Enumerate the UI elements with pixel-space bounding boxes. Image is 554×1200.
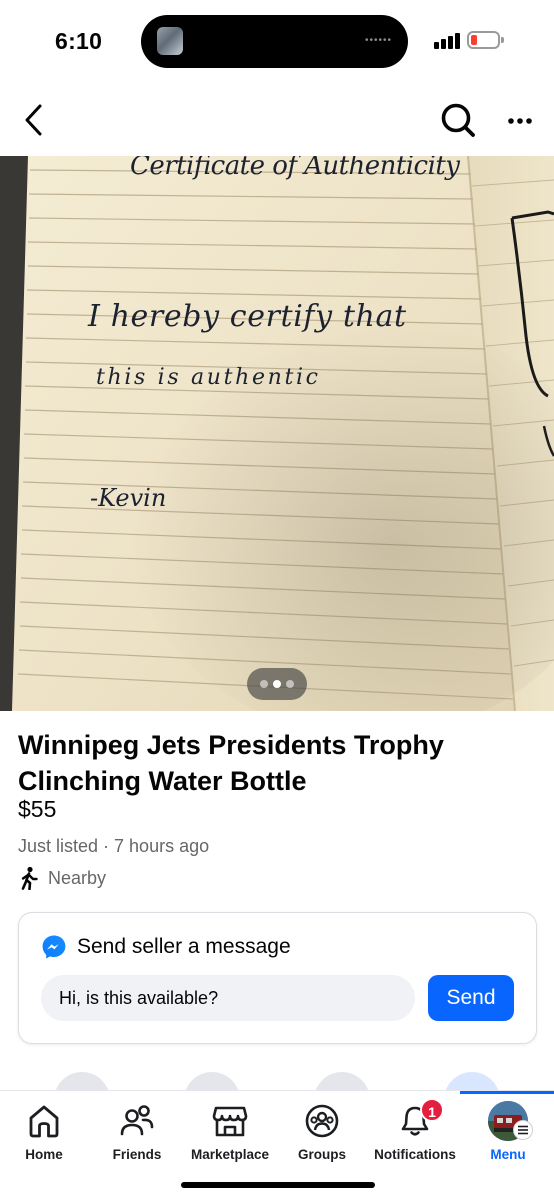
friends-icon	[120, 1105, 154, 1136]
menu-icon	[513, 1120, 533, 1140]
tab-menu[interactable]: Menu	[459, 1101, 554, 1165]
action-button[interactable]	[54, 1072, 110, 1090]
search-icon	[441, 103, 475, 137]
handwriting-heading: Certificate of Authenticity	[130, 156, 460, 181]
battery-icon	[467, 31, 504, 49]
message-card-header: Send seller a message	[41, 933, 291, 961]
listing-title: Winnipeg Jets Presidents Trophy Clinchin…	[18, 730, 444, 796]
location-label: Nearby	[48, 867, 107, 888]
audio-activity-icon: ••••••	[364, 35, 392, 46]
image-pager[interactable]	[247, 668, 307, 700]
message-card-heading: Send seller a message	[77, 935, 291, 958]
pager-dot-active	[273, 680, 281, 688]
send-button[interactable]: Send	[428, 975, 514, 1021]
action-button[interactable]	[184, 1072, 240, 1090]
dynamic-island: ••••••	[141, 15, 408, 68]
handwriting-line-2: this is authentic	[96, 365, 318, 390]
listing-photo[interactable]: Certificate of Authenticity I hereby cer…	[0, 156, 554, 711]
certificate-notebook-image: Certificate of Authenticity I hereby cer…	[0, 156, 554, 711]
action-button[interactable]	[444, 1072, 500, 1090]
now-playing-thumbnail	[157, 27, 183, 55]
action-button[interactable]	[314, 1072, 370, 1090]
listing-price: $55	[18, 796, 57, 822]
active-tab-indicator	[460, 1091, 554, 1094]
chevron-left-icon	[25, 104, 42, 136]
tab-menu-label: Menu	[490, 1147, 526, 1162]
cellular-signal-icon	[434, 33, 460, 49]
pager-dot	[286, 680, 294, 688]
handwriting-signature: -Kevin	[90, 484, 166, 512]
message-input[interactable]	[41, 975, 415, 1021]
groups-icon	[305, 1104, 339, 1138]
top-nav	[0, 84, 554, 156]
marketplace-icon	[212, 1106, 248, 1137]
status-bar: 6:10 ••••••	[0, 0, 554, 84]
listing-meta: Just listed · 7 hours ago	[18, 836, 210, 856]
more-icon	[508, 118, 532, 124]
search-button[interactable]	[436, 98, 480, 142]
listing-location[interactable]: Nearby	[18, 866, 106, 890]
message-seller-card: Send seller a message Send	[18, 912, 537, 1044]
walking-person-icon	[21, 866, 38, 890]
back-button[interactable]	[18, 100, 52, 140]
notifications-badge: 1	[420, 1098, 444, 1122]
handwriting-line-1: I hereby certify that	[87, 299, 407, 334]
home-icon	[29, 1105, 59, 1138]
pager-dot	[260, 680, 268, 688]
action-buttons-row	[0, 1070, 554, 1090]
messenger-icon	[42, 935, 66, 959]
status-time: 6:10	[55, 28, 103, 54]
more-options-button[interactable]	[500, 104, 540, 138]
home-indicator	[181, 1182, 375, 1188]
